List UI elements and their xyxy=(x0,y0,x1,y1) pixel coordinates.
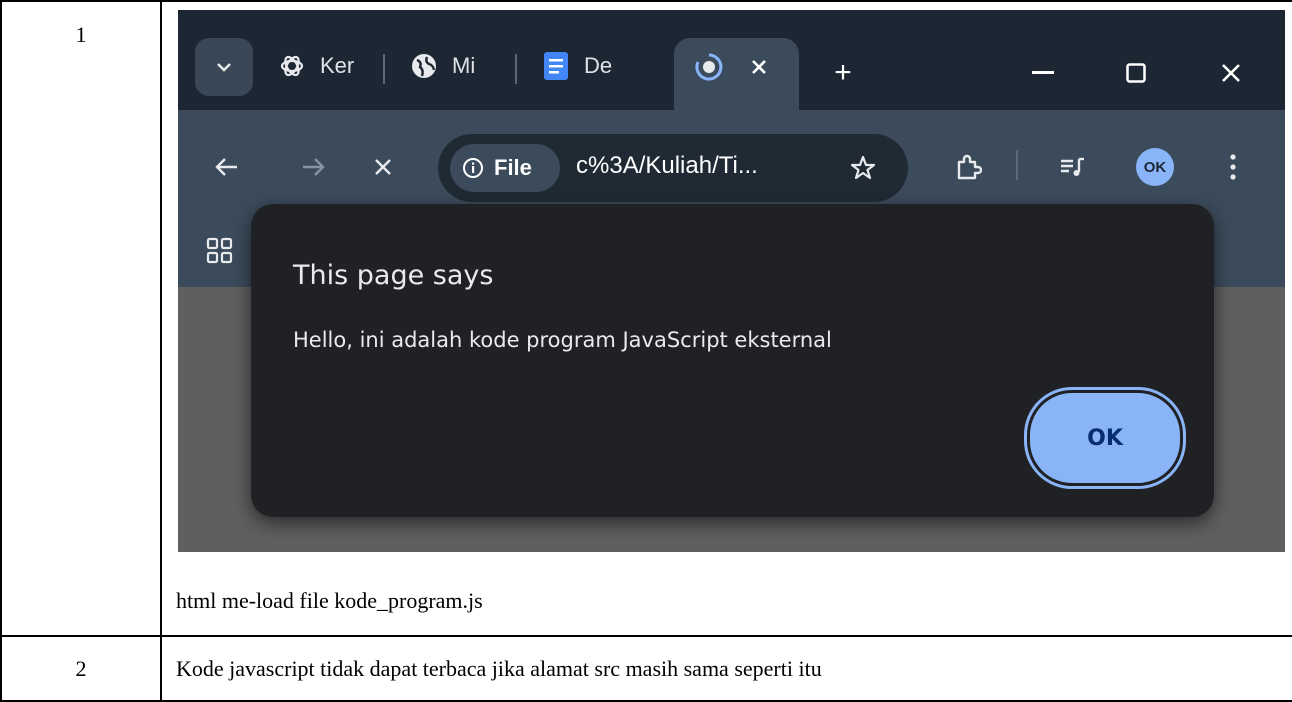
stop-loading-button[interactable] xyxy=(358,142,408,192)
site-info-chip[interactable]: File xyxy=(450,144,560,192)
alert-dialog: This page says Hello, ini adalah kode pr… xyxy=(251,204,1214,517)
apps-grid-icon[interactable] xyxy=(205,236,235,266)
close-window-button[interactable] xyxy=(1206,48,1256,98)
bookmark-star-button[interactable] xyxy=(843,148,883,188)
close-icon xyxy=(1222,64,1240,82)
profile-avatar[interactable]: OK xyxy=(1136,148,1174,186)
maximize-button[interactable] xyxy=(1111,48,1161,98)
tab-label: De xyxy=(584,53,613,78)
tab-3[interactable]: De xyxy=(540,38,612,94)
extensions-button[interactable] xyxy=(943,142,993,192)
menu-button[interactable] xyxy=(1208,142,1258,192)
row-number-1: 1 xyxy=(0,0,162,637)
row-content-2: Kode javascript tidak dapat terbaca jika… xyxy=(160,635,1292,702)
row-caption: html me-load file kode_program.js xyxy=(176,588,483,613)
chevron-down-icon xyxy=(217,63,231,72)
document-table: 1 Ker Mi De + File c%3A/Kuliah/Ti... OK … xyxy=(0,0,1292,702)
toolbar-separator xyxy=(1016,150,1018,180)
tab-active[interactable] xyxy=(674,38,799,110)
tab-label: Ker xyxy=(320,53,355,78)
tab-separator xyxy=(383,54,385,84)
dialog-title: This page says xyxy=(293,260,494,291)
puzzle-icon xyxy=(957,154,982,180)
arrow-left-icon xyxy=(215,158,237,176)
url-text[interactable]: c%3A/Kuliah/Ti... xyxy=(576,152,758,180)
new-tab-button[interactable]: + xyxy=(818,48,868,98)
star-icon xyxy=(850,155,876,180)
browser-titlebar: Ker Mi De + xyxy=(178,10,1285,110)
close-icon xyxy=(375,159,391,175)
row-number-2: 2 xyxy=(0,635,162,702)
dialog-message: Hello, ini adalah kode program JavaScrip… xyxy=(293,328,832,352)
tab-label: Mi xyxy=(452,53,476,78)
close-tab-icon[interactable] xyxy=(750,58,768,76)
media-controls-button[interactable] xyxy=(1048,142,1098,192)
tab-1[interactable]: Ker xyxy=(276,38,354,94)
queue-music-icon xyxy=(1061,157,1084,176)
back-button[interactable] xyxy=(202,142,252,192)
minimize-button[interactable] xyxy=(1018,48,1068,98)
row-content-1: Ker Mi De + File c%3A/Kuliah/Ti... OK Th… xyxy=(160,0,1292,637)
browser-screenshot: Ker Mi De + File c%3A/Kuliah/Ti... OK Th… xyxy=(178,10,1285,552)
tab-separator xyxy=(515,54,517,84)
openai-icon xyxy=(276,50,308,82)
more-vertical-icon xyxy=(1230,154,1236,180)
tab-search-button[interactable] xyxy=(195,38,253,96)
ok-button[interactable]: OK xyxy=(1027,390,1183,486)
arrow-right-icon xyxy=(303,158,325,176)
globe-icon xyxy=(408,50,440,82)
loading-tab-icon xyxy=(695,53,723,81)
maximize-icon xyxy=(1126,63,1146,83)
address-bar[interactable]: File c%3A/Kuliah/Ti... xyxy=(438,134,908,202)
plus-icon: + xyxy=(834,56,852,89)
docs-icon xyxy=(540,50,572,82)
tab-2[interactable]: Mi xyxy=(408,38,475,94)
file-label: File xyxy=(494,155,532,180)
forward-button[interactable] xyxy=(288,142,338,192)
info-icon xyxy=(463,158,483,178)
minimize-icon xyxy=(1032,71,1054,74)
